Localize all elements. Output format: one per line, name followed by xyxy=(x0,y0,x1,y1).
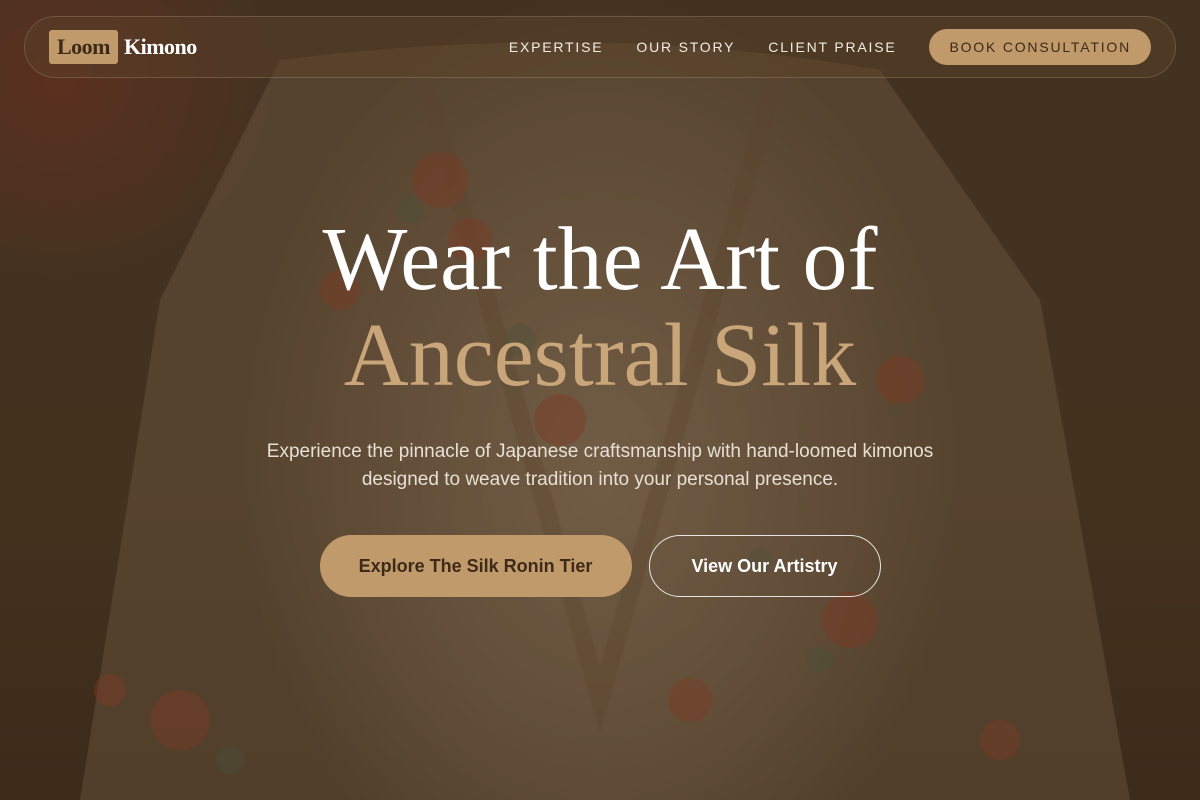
hero-section: Wear the Art of Ancestral Silk Experienc… xyxy=(0,212,1200,597)
hero-buttons: Explore The Silk Ronin Tier View Our Art… xyxy=(0,535,1200,597)
view-artistry-button[interactable]: View Our Artistry xyxy=(648,535,881,597)
logo-text: Kimono xyxy=(124,34,197,59)
headline-line-2: Ancestral Silk xyxy=(343,306,857,405)
brand-logo[interactable]: Loom Kimono xyxy=(49,30,197,64)
hero-subtitle: Experience the pinnacle of Japanese craf… xyxy=(266,441,934,490)
book-consultation-button[interactable]: BOOK CONSULTATION xyxy=(929,29,1151,65)
nav-link-expertise[interactable]: EXPERTISE xyxy=(509,39,604,55)
nav-link-our-story[interactable]: OUR STORY xyxy=(636,39,735,55)
logo-box: Loom xyxy=(49,30,118,64)
nav-links: EXPERTISE OUR STORY CLIENT PRAISE BOOK C… xyxy=(509,29,1151,65)
headline-line-1: Wear the Art of xyxy=(322,210,878,309)
top-navigation-bar: Loom Kimono EXPERTISE OUR STORY CLIENT P… xyxy=(24,16,1176,78)
hero-headline: Wear the Art of Ancestral Silk xyxy=(0,212,1200,404)
nav-link-client-praise[interactable]: CLIENT PRAISE xyxy=(768,39,896,55)
explore-silk-ronin-button[interactable]: Explore The Silk Ronin Tier xyxy=(319,535,632,597)
